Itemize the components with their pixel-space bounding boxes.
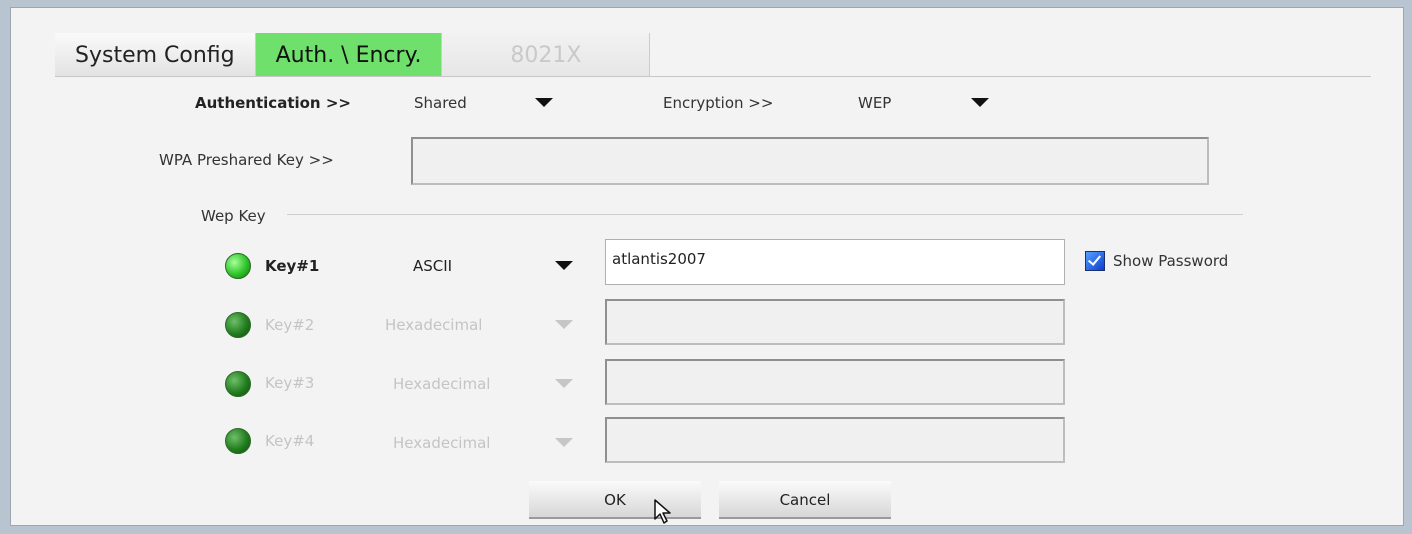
key3-input [605,359,1065,405]
wep-key-group-label: Wep Key [201,207,266,225]
tab-auth-encry[interactable]: Auth. \ Encry. [255,33,443,77]
key4-format-select: Hexadecimal [393,434,491,452]
cancel-button[interactable]: Cancel [719,481,891,519]
tab-8021x: 8021X [442,33,651,77]
encryption-label: Encryption >> [663,94,774,112]
key4-label: Key#4 [265,432,315,450]
key3-radio-icon[interactable] [225,371,251,397]
key2-label: Key#2 [265,316,315,334]
key3-label: Key#3 [265,374,315,392]
key1-value: atlantis2007 [612,250,706,268]
key4-input [605,417,1065,463]
key3-format-dropdown-icon [555,379,573,388]
key4-radio-icon[interactable] [225,428,251,454]
encryption-select[interactable]: WEP [858,94,891,112]
key1-format-dropdown-icon[interactable] [555,261,573,270]
key1-format-select[interactable]: ASCII [413,257,452,275]
key2-format-dropdown-icon [555,320,573,329]
mouse-cursor-icon [654,499,671,524]
authentication-select[interactable]: Shared [414,94,467,112]
key1-radio-icon[interactable] [225,253,251,279]
tab-system-config[interactable]: System Config [55,33,256,77]
ok-button[interactable]: OK [529,481,701,519]
tab-divider [55,76,1371,77]
key1-input[interactable]: atlantis2007 [605,239,1065,285]
wpa-preshared-key-input[interactable] [411,137,1209,185]
key3-format-select: Hexadecimal [393,375,491,393]
key1-label: Key#1 [265,257,320,275]
tab-bar: System Config Auth. \ Encry. 8021X [55,33,651,77]
show-password-label[interactable]: Show Password [1113,252,1228,270]
auth-encryption-dialog: System Config Auth. \ Encry. 8021X Authe… [10,7,1404,526]
wep-key-group-line [287,214,1243,215]
wpa-preshared-key-label: WPA Preshared Key >> [159,151,334,169]
show-password-checkbox[interactable] [1085,251,1105,271]
authentication-dropdown-icon[interactable] [535,98,553,107]
key2-input [605,299,1065,345]
key4-format-dropdown-icon [555,438,573,447]
key2-radio-icon[interactable] [225,312,251,338]
key2-format-select: Hexadecimal [385,316,483,334]
encryption-dropdown-icon[interactable] [971,98,989,107]
authentication-label: Authentication >> [195,94,351,112]
